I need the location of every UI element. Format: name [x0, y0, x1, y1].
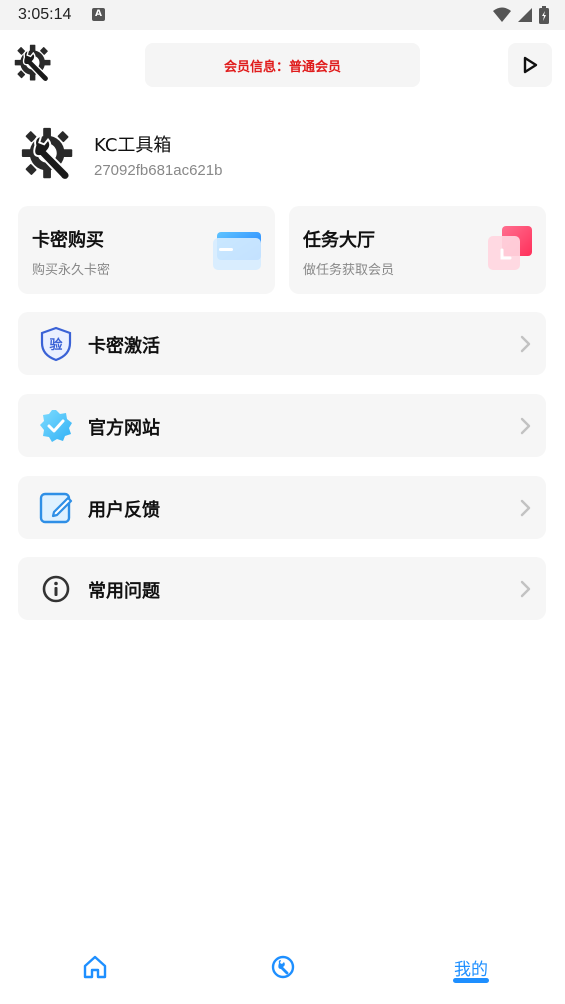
- verify-shield-icon: 验: [38, 326, 74, 362]
- play-icon: [523, 56, 538, 74]
- menu-row-activate-key[interactable]: 验 卡密激活: [18, 312, 546, 375]
- wrench-gear-icon: [21, 127, 73, 181]
- card-subtitle: 做任务获取会员: [303, 263, 395, 278]
- profile-id: 27092fb681ac621b: [94, 162, 223, 179]
- row-label: 官方网站: [88, 418, 160, 439]
- verified-badge-icon: [38, 408, 74, 444]
- bottom-nav: 我的: [0, 940, 565, 1004]
- menu-row-faq[interactable]: 常用问题: [18, 557, 546, 620]
- status-icons: [493, 5, 549, 25]
- menu-row-official-site[interactable]: 官方网站: [18, 394, 546, 457]
- nav-home[interactable]: [80, 952, 110, 982]
- nav-tools[interactable]: [268, 952, 298, 982]
- top-bar: 会员信息：普通会员: [0, 30, 565, 98]
- menu-row-feedback[interactable]: 用户反馈: [18, 476, 546, 539]
- info-icon: [38, 571, 74, 607]
- row-label: 用户反馈: [88, 500, 160, 521]
- profile-name: KC工具箱: [94, 135, 172, 156]
- chevron-right-icon: [520, 335, 531, 353]
- chevron-right-icon: [520, 417, 531, 435]
- nav-active-indicator: [453, 978, 489, 983]
- wifi-icon: [493, 7, 511, 22]
- chevron-right-icon: [520, 580, 531, 598]
- signal-icon: [518, 8, 532, 22]
- member-info-badge[interactable]: 会员信息：普通会员: [145, 43, 420, 87]
- card-subtitle: 购买永久卡密: [32, 263, 111, 278]
- row-label: 卡密激活: [88, 336, 160, 357]
- card-icon: [211, 224, 265, 278]
- row-label: 常用问题: [88, 581, 160, 602]
- chevron-right-icon: [520, 499, 531, 517]
- tools-icon: [271, 955, 295, 979]
- home-icon: [83, 955, 107, 979]
- nav-mine-label: 我的: [454, 959, 488, 980]
- verify-shield-icon-text: 验: [49, 337, 63, 353]
- card-title: 卡密购买: [32, 230, 104, 251]
- notification-icon: A: [92, 8, 105, 21]
- card-buy-key[interactable]: 卡密购买 购买永久卡密: [18, 206, 275, 294]
- profile-avatar[interactable]: [18, 124, 80, 186]
- play-button[interactable]: [508, 43, 552, 87]
- status-bar: 3:05:14 A: [0, 0, 565, 30]
- task-icon: [482, 224, 536, 278]
- edit-note-icon: [38, 490, 74, 526]
- wrench-gear-icon[interactable]: [12, 42, 56, 86]
- card-title: 任务大厅: [303, 230, 375, 251]
- status-time: 3:05:14: [18, 6, 72, 23]
- card-task-hall[interactable]: 任务大厅 做任务获取会员: [289, 206, 546, 294]
- battery-icon: [539, 6, 549, 24]
